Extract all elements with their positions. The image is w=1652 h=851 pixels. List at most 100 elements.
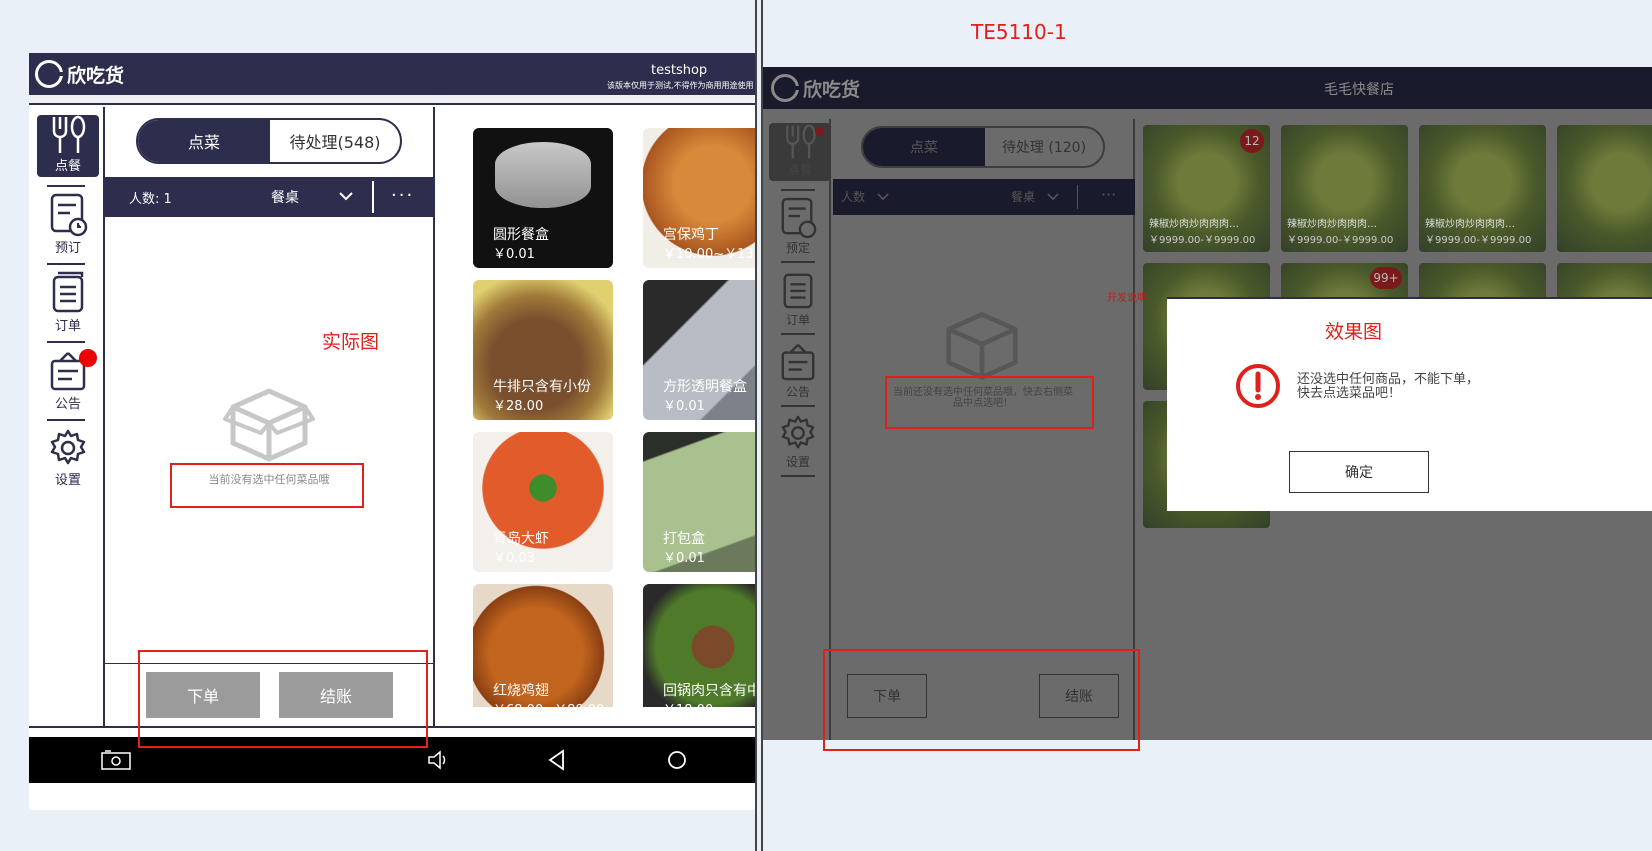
people-count[interactable]: 人数	[841, 188, 865, 205]
bar-divider	[1077, 185, 1078, 209]
disclaimer: 该版本仅用于测试,不得作为商用用途使用	[607, 81, 754, 90]
empty-box-icon	[223, 388, 315, 462]
home-icon[interactable]	[666, 749, 688, 771]
product-tile[interactable]: 打包盒 ￥0.01	[643, 432, 756, 572]
nav-label: 点餐	[54, 159, 81, 174]
header-divider	[29, 95, 756, 105]
product-price: ￥28.00	[493, 399, 544, 414]
nav-item-order[interactable]: 点餐	[769, 123, 831, 181]
dish-price: ￥9999.00-￥9999.00	[1425, 235, 1532, 246]
dish-price: ￥9999.00-￥9999.00	[1287, 235, 1394, 246]
left-sidebar: 点餐 预订 订单 公告 设置	[29, 107, 105, 727]
dialog-message: 还没选中任何商品，不能下单，快去点选菜品吧！	[1297, 372, 1480, 401]
gear-icon	[50, 429, 86, 465]
chevron-down-icon[interactable]	[1047, 192, 1059, 201]
volume-icon[interactable]	[427, 749, 449, 771]
dish-tile[interactable]	[1557, 125, 1652, 252]
dialog-confirm-button[interactable]: 确定	[1289, 451, 1429, 493]
dish-name: 辣椒炒肉炒肉肉肉…	[1425, 219, 1515, 230]
chevron-down-icon[interactable]	[339, 191, 353, 201]
dish-name: 辣椒炒肉炒肉肉肉…	[1149, 219, 1239, 230]
tab-pending[interactable]: 待处理(548)	[270, 120, 400, 162]
nav-divider	[47, 263, 85, 265]
dish-tile[interactable]: 辣椒炒肉炒肉肉肉… ￥9999.00-￥9999.00 12	[1143, 125, 1270, 252]
nav-item-orders[interactable]: 订单	[37, 271, 99, 334]
right-order-panel: 点菜 待处理 (120) 人数 餐桌 ··· 当前还没有选中任何菜品哦，快去右侧…	[833, 119, 1135, 740]
reservation-icon	[50, 193, 88, 237]
nav-item-reservation[interactable]: 预订	[37, 193, 99, 256]
screenshot-icon[interactable]	[101, 750, 131, 770]
tab-order[interactable]: 点菜	[138, 120, 270, 162]
table-select[interactable]: 餐桌	[271, 187, 299, 207]
nav-divider	[781, 405, 815, 407]
product-tile[interactable]: 红烧鸡翅 ￥68.00~￥88.00	[473, 584, 613, 707]
dish-tile[interactable]: 辣椒炒肉炒肉肉肉… ￥9999.00-￥9999.00	[1419, 125, 1546, 252]
back-icon[interactable]	[547, 749, 567, 771]
empty-box-icon	[946, 312, 1018, 380]
dialog-top-border	[1167, 297, 1652, 299]
right-sidebar: 点餐 预定 订单 公告 设置	[763, 119, 831, 740]
nav-item-reservation[interactable]: 预定	[767, 197, 829, 256]
right-header: 欣吃货 毛毛快餐店	[763, 67, 1652, 109]
nav-item-orders[interactable]: 订单	[767, 269, 829, 328]
product-tile[interactable]: 青岛大虾 ￥0.03	[473, 432, 613, 572]
tab-switch: 点菜 待处理 (120)	[861, 126, 1105, 168]
nav-item-notice[interactable]: 公告	[767, 341, 829, 400]
product-price: ￥18.00	[663, 699, 713, 707]
right-brand-logo: 欣吃货	[771, 74, 860, 102]
product-name: 圆形餐盒	[493, 227, 549, 243]
nav-label: 公告	[785, 385, 810, 399]
nav-divider	[47, 341, 85, 343]
annotation-label-actual: 实际图	[322, 331, 380, 353]
nav-label: 公告	[54, 397, 81, 412]
nav-item-order[interactable]: 点餐	[37, 115, 99, 177]
table-select[interactable]: 餐桌	[1011, 188, 1035, 205]
product-name: 青岛大虾	[493, 531, 549, 547]
gear-icon	[781, 415, 815, 449]
nav-divider	[781, 189, 815, 191]
product-tile[interactable]: 回锅肉只含有中份 ￥18.00	[643, 584, 756, 707]
product-name: 打包盒	[663, 531, 705, 547]
tab-pending[interactable]: 待处理 (120)	[985, 128, 1103, 166]
chevron-down-icon[interactable]	[877, 192, 889, 201]
nav-divider	[781, 475, 815, 477]
brand-text: 欣吃货	[803, 78, 861, 101]
order-info-bar: 人数: 1 餐桌 ···	[105, 177, 435, 217]
product-tile[interactable]: 圆形餐盒 ￥0.01	[473, 128, 613, 268]
more-menu[interactable]: ···	[1101, 185, 1116, 204]
dev-note: 开发说明	[1107, 293, 1147, 304]
nav-item-notice[interactable]: 公告	[37, 349, 99, 412]
dialog-title: 效果图	[1325, 321, 1383, 343]
nav-item-settings[interactable]: 设置	[37, 427, 99, 488]
product-tile[interactable]: 宫保鸡丁 ￥10.00~￥13.00	[643, 128, 756, 268]
annotation-box-empty-text	[885, 376, 1094, 429]
count-badge: 12	[1240, 129, 1264, 153]
brand-text: 欣吃货	[67, 64, 125, 87]
nav-divider	[47, 419, 85, 421]
order-info-bar: 人数 餐桌 ···	[833, 179, 1135, 215]
product-price: ￥0.01	[663, 551, 705, 566]
nav-item-settings[interactable]: 设置	[767, 413, 829, 470]
annotation-box-empty-text	[170, 463, 364, 508]
bar-divider	[372, 181, 374, 213]
nav-label: 预订	[54, 241, 81, 256]
product-name: 回锅肉只含有中份	[663, 683, 756, 699]
product-tile[interactable]: 方形透明餐盒 ￥0.01	[643, 280, 756, 420]
orders-icon	[52, 271, 84, 313]
notification-dot	[79, 349, 97, 367]
people-count[interactable]: 人数: 1	[129, 188, 172, 207]
product-price: ￥0.03	[493, 551, 535, 566]
nav-divider	[781, 333, 815, 335]
more-menu[interactable]: ···	[391, 185, 414, 206]
mockup-title: TE5110-1	[971, 20, 1067, 44]
orders-icon	[783, 273, 813, 309]
dish-tile[interactable]: 辣椒炒肉炒肉肉肉… ￥9999.00-￥9999.00	[1281, 125, 1408, 252]
notice-icon	[781, 344, 815, 381]
product-tile[interactable]: 牛排只含有小份 ￥28.00	[473, 280, 613, 420]
warning-icon	[1236, 364, 1280, 408]
left-brand-logo: 欣吃货	[35, 60, 124, 88]
annotation-box-buttons	[823, 649, 1140, 751]
tab-order[interactable]: 点菜	[863, 128, 985, 166]
logo-g-icon	[35, 60, 63, 88]
product-name: 牛排只含有小份	[493, 379, 591, 395]
